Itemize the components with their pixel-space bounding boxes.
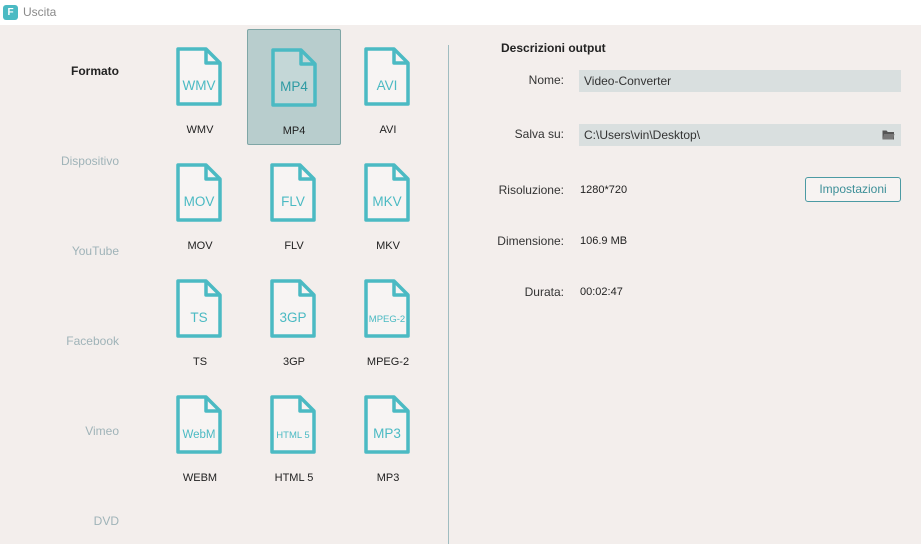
window-title: Uscita bbox=[23, 5, 57, 19]
file-format-icon: MOV bbox=[176, 163, 222, 222]
format-icon-text: MPEG-2 bbox=[369, 314, 405, 325]
format-tile-3gp[interactable]: 3GP 3GP bbox=[247, 261, 341, 377]
format-label: MP4 bbox=[282, 125, 306, 137]
format-label: MOV bbox=[187, 240, 213, 252]
format-label: AVI bbox=[379, 124, 397, 136]
format-tile-html-5[interactable]: HTML 5 HTML 5 bbox=[247, 377, 341, 493]
format-label: MKV bbox=[376, 240, 400, 252]
format-tile-avi[interactable]: AVI AVI bbox=[341, 29, 435, 145]
format-label: MPEG-2 bbox=[366, 356, 410, 368]
settings-button[interactable]: Impostazioni bbox=[805, 177, 901, 202]
format-icon-text: WebM bbox=[182, 429, 215, 441]
name-field[interactable]: Video-Converter bbox=[579, 70, 901, 92]
format-label: MP3 bbox=[376, 472, 400, 484]
format-tile-wmv[interactable]: WMV WMV bbox=[153, 29, 247, 145]
format-icon-text: AVI bbox=[377, 78, 398, 93]
name-label: Nome: bbox=[528, 73, 564, 87]
file-format-icon: WMV bbox=[176, 47, 222, 106]
format-tile-mp3[interactable]: MP3 MP3 bbox=[341, 377, 435, 493]
category-youtube[interactable]: YouTube bbox=[72, 244, 119, 258]
format-label: WEBM bbox=[182, 472, 218, 484]
file-format-icon: MPEG-2 bbox=[364, 279, 410, 338]
format-icon-text: MP3 bbox=[373, 426, 401, 441]
file-format-icon: MKV bbox=[364, 163, 410, 222]
category-formato[interactable]: Formato bbox=[71, 64, 119, 78]
save-path-field[interactable]: C:\Users\vin\Desktop\ bbox=[579, 124, 901, 146]
folder-icon[interactable] bbox=[882, 129, 895, 140]
save-label: Salva su: bbox=[514, 127, 564, 141]
title-bar: F Uscita bbox=[0, 0, 921, 25]
format-label: FLV bbox=[284, 240, 304, 252]
panel-divider bbox=[448, 45, 449, 544]
format-tile-webm[interactable]: WebM WEBM bbox=[153, 377, 247, 493]
format-tile-mp4[interactable]: MP4 MP4 bbox=[247, 29, 341, 145]
file-format-icon: TS bbox=[176, 279, 222, 338]
category-facebook[interactable]: Facebook bbox=[66, 334, 119, 348]
category-vimeo[interactable]: Vimeo bbox=[85, 424, 119, 438]
format-label: 3GP bbox=[282, 356, 305, 368]
format-icon-text: MOV bbox=[184, 194, 215, 209]
format-tile-mov[interactable]: MOV MOV bbox=[153, 145, 247, 261]
file-format-icon: 3GP bbox=[270, 279, 316, 338]
file-format-icon: HTML 5 bbox=[270, 395, 316, 454]
file-format-icon: MP3 bbox=[364, 395, 410, 454]
size-label: Dimensione: bbox=[497, 234, 564, 248]
file-format-icon: FLV bbox=[270, 163, 316, 222]
resolution-value: 1280*720 bbox=[580, 184, 628, 196]
format-icon-text: WMV bbox=[183, 78, 216, 93]
format-icon-text: MP4 bbox=[280, 79, 308, 94]
file-format-icon: MP4 bbox=[271, 48, 317, 107]
output-title: Descrizioni output bbox=[501, 41, 606, 55]
duration-label: Durata: bbox=[524, 285, 564, 299]
format-icon-text: HTML 5 bbox=[276, 430, 309, 441]
file-format-icon: WebM bbox=[176, 395, 222, 454]
save-path-value: C:\Users\vin\Desktop\ bbox=[584, 128, 701, 142]
size-value: 106.9 MB bbox=[580, 235, 628, 247]
format-icon-text: MKV bbox=[372, 194, 401, 209]
duration-value: 00:02:47 bbox=[580, 286, 623, 298]
category-dvd[interactable]: DVD bbox=[94, 514, 119, 528]
format-icon-text: TS bbox=[190, 310, 207, 325]
format-label: TS bbox=[192, 356, 208, 368]
format-icon-text: 3GP bbox=[279, 310, 306, 325]
format-tile-mkv[interactable]: MKV MKV bbox=[341, 145, 435, 261]
format-tile-ts[interactable]: TS TS bbox=[153, 261, 247, 377]
format-icon-text: FLV bbox=[281, 194, 305, 209]
format-tile-mpeg-2[interactable]: MPEG-2 MPEG-2 bbox=[341, 261, 435, 377]
app-logo-icon: F bbox=[3, 5, 18, 20]
format-label: HTML 5 bbox=[274, 472, 314, 484]
category-dispositivo[interactable]: Dispositivo bbox=[61, 154, 119, 168]
format-tile-flv[interactable]: FLV FLV bbox=[247, 145, 341, 261]
resolution-label: Risoluzione: bbox=[498, 183, 564, 197]
format-label: WMV bbox=[186, 124, 214, 136]
file-format-icon: AVI bbox=[364, 47, 410, 106]
